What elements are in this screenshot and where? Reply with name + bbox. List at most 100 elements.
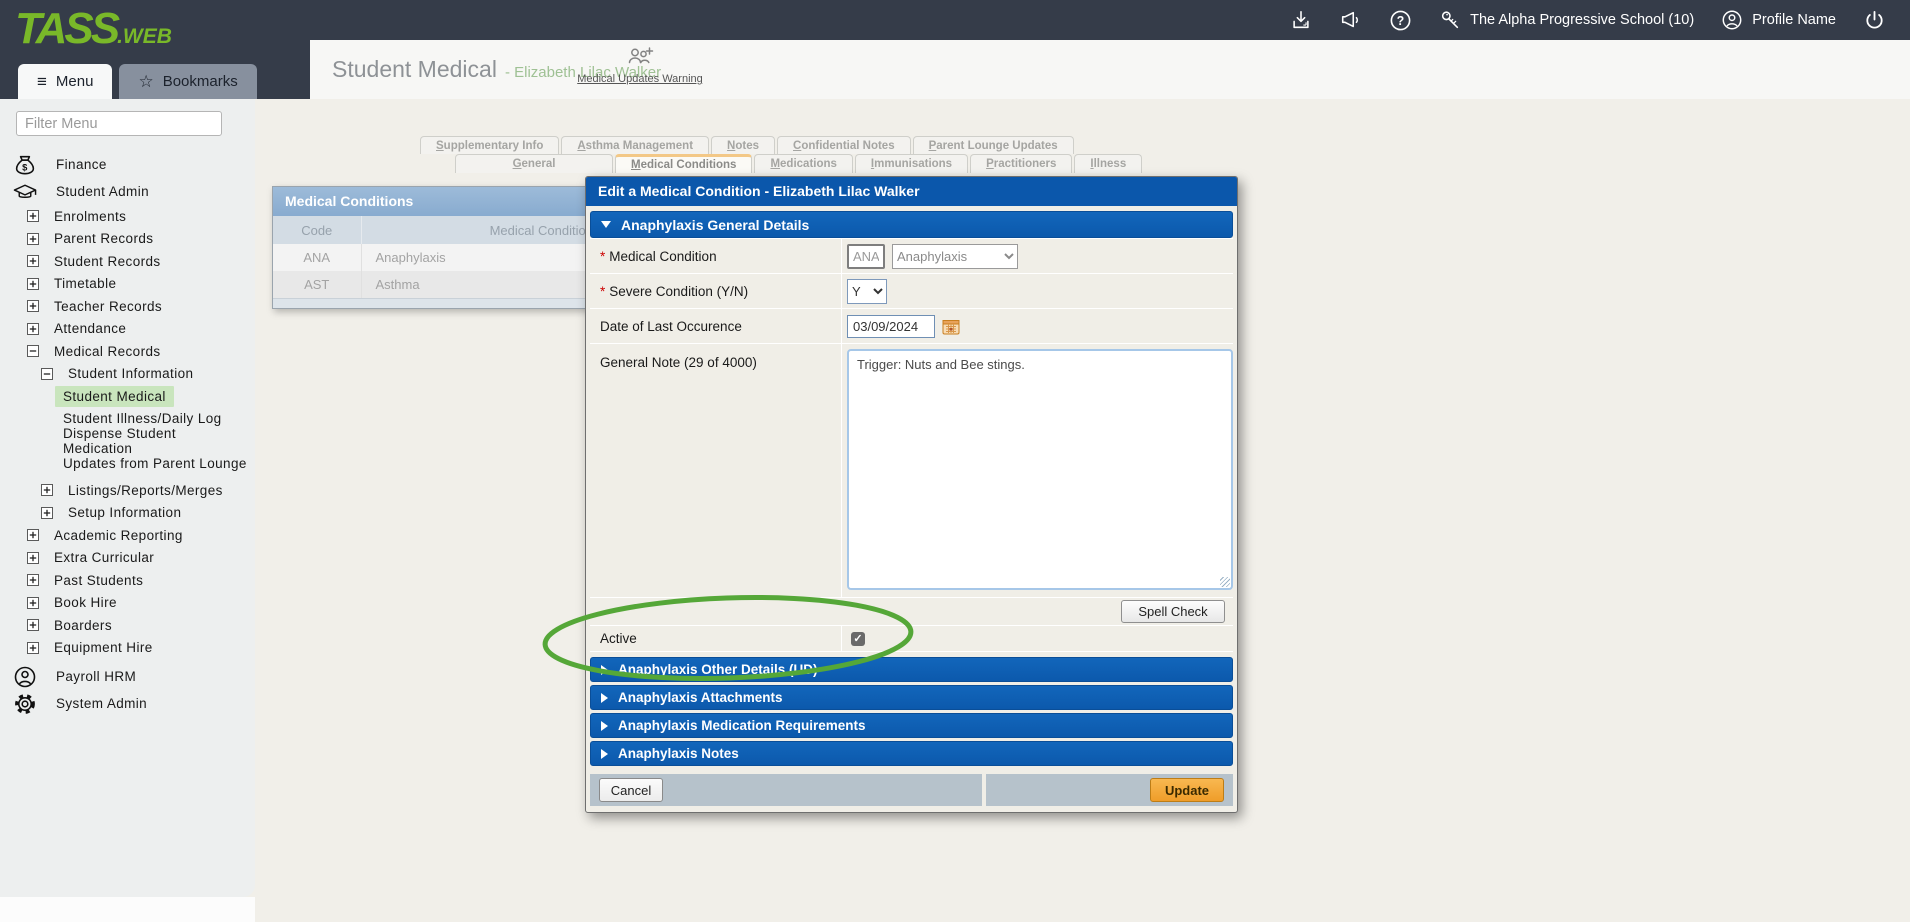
expand-icon[interactable] (27, 597, 39, 609)
expand-icon[interactable] (27, 619, 39, 631)
sidebar-item-extra-curricular[interactable]: Extra Curricular (0, 547, 255, 570)
tab-immunisations[interactable]: Immunisations (855, 154, 968, 173)
condition-code-input[interactable] (847, 244, 885, 269)
tab-illness[interactable]: Illness (1074, 154, 1142, 173)
tab-supplementary-info[interactable]: Supplementary Info (420, 136, 559, 154)
field-label-text: Active (600, 631, 637, 646)
section-anaphylaxis-other-details-ud[interactable]: Anaphylaxis Other Details (UD) (590, 657, 1233, 682)
tass-logo[interactable]: TASS.WEB (15, 4, 172, 54)
sidebar-item-label: Extra Curricular (46, 547, 162, 568)
expand-icon[interactable] (27, 255, 39, 267)
sidebar-item-equipment-hire[interactable]: Equipment Hire (0, 637, 255, 660)
sidebar-item-setup-information[interactable]: Setup Information (0, 502, 255, 525)
expand-icon[interactable] (27, 323, 39, 335)
hamburger-icon: ≡ (37, 72, 47, 92)
logout-power-icon[interactable] (1863, 9, 1886, 32)
medical-updates-warning-link[interactable]: Medical Updates Warning (560, 46, 720, 94)
sidebar-item-finance[interactable]: $Finance (0, 151, 255, 178)
profile-name: Profile Name (1752, 12, 1836, 28)
tab-asthma-management[interactable]: Asthma Management (561, 136, 709, 154)
sidebar-item-payroll-hrm[interactable]: Payroll HRM (0, 663, 255, 690)
active-checkbox[interactable]: ✓ (851, 632, 865, 646)
school-switcher[interactable]: The Alpha Progressive School (10) (1439, 9, 1694, 31)
tab-confidential-notes[interactable]: Confidential Notes (777, 136, 911, 154)
sidebar-item-student-information[interactable]: Student Information (0, 363, 255, 386)
sidebar-item-medical-records[interactable]: Medical Records (0, 340, 255, 363)
star-icon: ☆ (138, 72, 153, 92)
field-value: Y (842, 274, 1233, 308)
footer-bar-left: Cancel (590, 774, 982, 806)
sidebar-item-enrolments[interactable]: Enrolments (0, 205, 255, 228)
field-label-text: General Note (29 of 4000) (600, 355, 757, 370)
date-input[interactable] (847, 315, 935, 338)
dialog-footer: Cancel Update (590, 774, 1233, 806)
expand-icon[interactable] (41, 484, 53, 496)
section-anaphylaxis-attachments[interactable]: Anaphylaxis Attachments (590, 685, 1233, 710)
sidebar-item-book-hire[interactable]: Book Hire (0, 592, 255, 615)
sidebar-item-listings-reports-merges[interactable]: Listings/Reports/Merges (0, 479, 255, 502)
tab-general[interactable]: General (455, 154, 613, 173)
field-label-text: Date of Last Occurence (600, 319, 742, 334)
severe-condition-select[interactable]: Y (847, 279, 887, 304)
sidebar-item-student-records[interactable]: Student Records (0, 250, 255, 273)
bookmarks-tab[interactable]: ☆ Bookmarks (119, 64, 256, 99)
sidebar-item-academic-reporting[interactable]: Academic Reporting (0, 524, 255, 547)
sidebar-item-parent-records[interactable]: Parent Records (0, 228, 255, 251)
expand-icon[interactable] (41, 507, 53, 519)
update-button[interactable]: Update (1150, 778, 1224, 802)
calendar-picker-icon[interactable] (942, 318, 960, 335)
section-anaphylaxis-general-details[interactable]: Anaphylaxis General Details (590, 211, 1233, 238)
nav-tabs: ≡ Menu ☆ Bookmarks (18, 64, 257, 99)
sidebar-item-dispense-student-medication[interactable]: Dispense Student Medication (0, 430, 255, 453)
cancel-button[interactable]: Cancel (599, 778, 663, 802)
sidebar-item-teacher-records[interactable]: Teacher Records (0, 295, 255, 318)
expand-icon[interactable] (27, 552, 39, 564)
sidebar-item-label: Student Records (46, 251, 169, 272)
general-note-textarea[interactable]: Trigger: Nuts and Bee stings. (847, 349, 1233, 590)
expand-icon[interactable] (27, 300, 39, 312)
profile-menu[interactable]: Profile Name (1721, 9, 1836, 31)
collapse-icon[interactable] (41, 368, 53, 380)
tab-parent-lounge-updates[interactable]: Parent Lounge Updates (913, 136, 1074, 154)
sidebar-item-boarders[interactable]: Boarders (0, 614, 255, 637)
medical-updates-icon (626, 46, 654, 70)
section-anaphylaxis-medication-requirements[interactable]: Anaphylaxis Medication Requirements (590, 713, 1233, 738)
expand-icon[interactable] (27, 210, 39, 222)
filter-menu-input[interactable] (16, 111, 222, 136)
svg-text:?: ? (1397, 13, 1405, 27)
sidebar-item-attendance[interactable]: Attendance (0, 318, 255, 341)
field-label: Active (590, 626, 842, 651)
cell-code: ANA (273, 244, 361, 271)
help-icon[interactable]: ? (1389, 9, 1412, 32)
sidebar-item-label: Book Hire (46, 592, 125, 613)
sidebar-item-label: Finance (48, 154, 115, 175)
menu-tab[interactable]: ≡ Menu (18, 64, 112, 99)
collapse-icon[interactable] (27, 345, 39, 357)
sidebar-item-timetable[interactable]: Timetable (0, 273, 255, 296)
sidebar-item-updates-from-parent-lounge[interactable]: Updates from Parent Lounge (0, 453, 255, 476)
section-label: Anaphylaxis Attachments (618, 690, 783, 705)
sidebar-item-label: Student Medical (55, 386, 174, 407)
field-label: * Medical Condition (590, 239, 842, 273)
section-anaphylaxis-notes[interactable]: Anaphylaxis Notes (590, 741, 1233, 766)
announcements-megaphone-icon[interactable] (1339, 9, 1362, 31)
sidebar-item-label: Enrolments (46, 206, 134, 227)
expand-icon[interactable] (27, 529, 39, 541)
sidebar-item-label: Teacher Records (46, 296, 170, 317)
condition-select[interactable]: Anaphylaxis (892, 244, 1018, 269)
expand-icon[interactable] (27, 233, 39, 245)
expand-icon[interactable] (27, 278, 39, 290)
sidebar-item-system-admin[interactable]: System Admin (0, 690, 255, 717)
sidebar-item-student-medical[interactable]: Student Medical (0, 385, 255, 408)
expand-icon[interactable] (27, 574, 39, 586)
tab-practitioners[interactable]: Practitioners (970, 154, 1072, 173)
tab-medications[interactable]: Medications (754, 154, 852, 173)
tab-medical-conditions[interactable]: Medical Conditions (615, 154, 752, 173)
spell-check-button[interactable]: Spell Check (1121, 600, 1225, 623)
sidebar-item-student-admin[interactable]: Student Admin (0, 178, 255, 205)
expand-icon[interactable] (27, 642, 39, 654)
tab-notes[interactable]: Notes (711, 136, 775, 154)
grad-cap-icon (13, 183, 37, 201)
sidebar-item-past-students[interactable]: Past Students (0, 569, 255, 592)
import-download-icon[interactable] (1290, 9, 1312, 31)
